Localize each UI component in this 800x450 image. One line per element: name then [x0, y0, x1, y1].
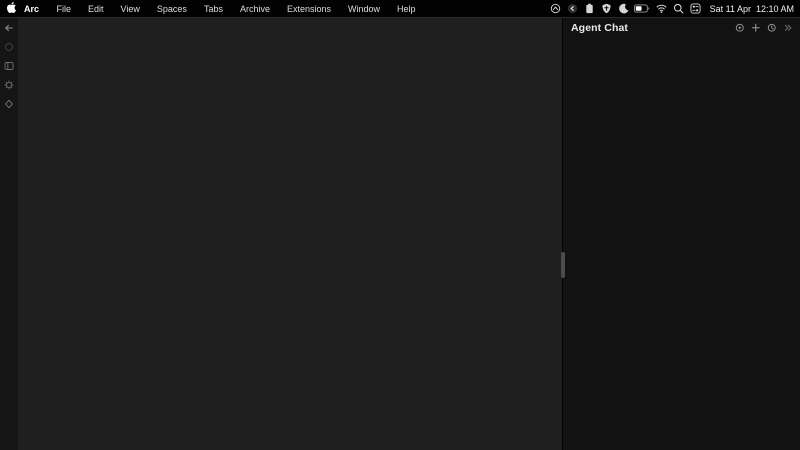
record-circle-icon[interactable] — [2, 41, 16, 53]
search-icon[interactable] — [670, 0, 687, 17]
menubar-status-area: Sat 11 Apr 12:10 AM — [547, 0, 800, 17]
clipboard-icon[interactable] — [581, 0, 598, 17]
apple-menu[interactable] — [0, 2, 22, 15]
menu-view[interactable]: View — [112, 4, 148, 14]
web-content-area[interactable] — [18, 18, 562, 450]
control-center-icon[interactable] — [687, 0, 704, 17]
arc-browser-window: Agent Chat — [0, 17, 800, 450]
collapse-chevrons-icon[interactable] — [783, 23, 793, 33]
droplet-icon[interactable] — [2, 98, 16, 110]
back-arrow-icon[interactable] — [2, 22, 16, 34]
agent-chat-title: Agent Chat — [571, 22, 628, 34]
circle-peak-icon[interactable] — [547, 0, 564, 17]
menu-extensions[interactable]: Extensions — [278, 4, 339, 14]
circle-dot-icon[interactable] — [735, 23, 745, 33]
menu-spaces[interactable]: Spaces — [148, 4, 195, 14]
panel-resize-handle[interactable] — [561, 252, 565, 278]
menubar-clock[interactable]: Sat 11 Apr 12:10 AM — [704, 4, 794, 14]
menu-edit[interactable]: Edit — [80, 4, 113, 14]
gear-icon[interactable] — [2, 79, 16, 91]
history-clock-icon[interactable] — [767, 23, 777, 33]
menu-window[interactable]: Window — [340, 4, 389, 14]
wifi-icon[interactable] — [653, 0, 670, 17]
moon-focus-icon[interactable] — [615, 0, 632, 17]
agent-chat-header: Agent Chat — [563, 18, 800, 37]
blocker-circle-icon[interactable] — [564, 0, 581, 17]
sidebar-toggle-icon[interactable] — [2, 60, 16, 72]
menu-help[interactable]: Help — [389, 4, 425, 14]
shield-icon[interactable] — [598, 0, 615, 17]
agent-chat-panel: Agent Chat — [562, 18, 800, 450]
agent-chat-body[interactable] — [563, 37, 800, 450]
menubar-menus: Arc File Edit View Spaces Tabs Archive E… — [0, 0, 424, 17]
menu-archive[interactable]: Archive — [231, 4, 278, 14]
battery-icon[interactable] — [632, 0, 653, 17]
menu-file[interactable]: File — [48, 4, 80, 14]
plus-icon[interactable] — [751, 23, 761, 33]
agent-chat-header-actions — [735, 23, 793, 33]
menu-tabs[interactable]: Tabs — [195, 4, 231, 14]
menubar-app-name[interactable]: Arc — [22, 4, 48, 14]
left-toolbar-strip — [0, 18, 18, 450]
macos-menubar: Arc File Edit View Spaces Tabs Archive E… — [0, 0, 800, 17]
apple-icon — [7, 2, 16, 15]
